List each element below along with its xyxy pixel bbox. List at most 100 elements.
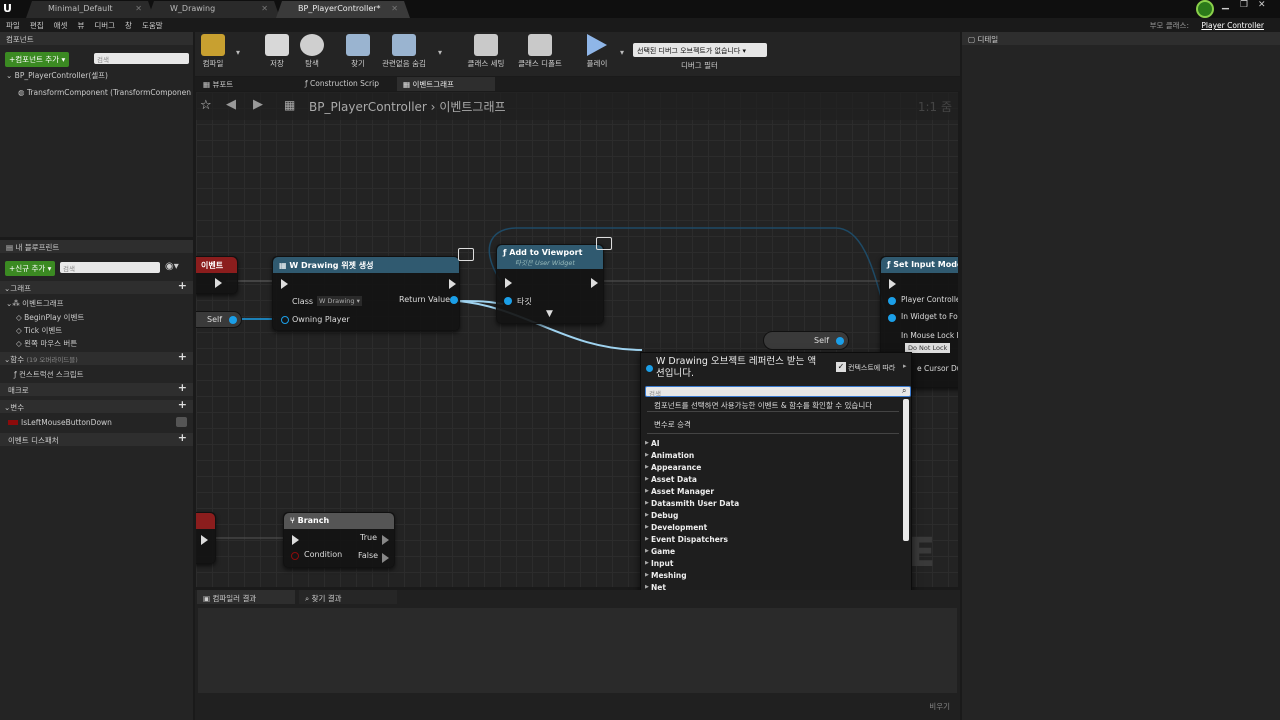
find-button[interactable]: 찾기: [338, 34, 378, 69]
player-controller-pin[interactable]: [888, 297, 896, 305]
exec-out-pin[interactable]: [591, 278, 598, 288]
event-item[interactable]: ◇ BeginPlay 이벤트: [16, 312, 84, 323]
compile-button[interactable]: 컴파일: [193, 34, 233, 69]
hide-unrelated-button[interactable]: 관련없음 숨김: [376, 34, 432, 69]
class-defaults-button[interactable]: 클래스 디폴트: [514, 34, 566, 69]
menu-item[interactable]: 뷰: [77, 20, 84, 31]
target-pin[interactable]: [504, 297, 512, 305]
promote-to-variable-item[interactable]: 변수로 승격: [654, 419, 691, 430]
add-new-button[interactable]: +신규 추가 ▾: [5, 261, 56, 276]
add-variable-icon[interactable]: +: [178, 399, 187, 410]
action-category[interactable]: Datasmith User Data: [645, 499, 739, 508]
self-node[interactable]: Self: [196, 311, 242, 328]
close-icon[interactable]: ✕: [391, 4, 398, 13]
window-close-icon[interactable]: ✕: [1258, 0, 1266, 10]
exec-out-pin[interactable]: [449, 279, 456, 289]
debug-object-select[interactable]: 선택된 디버그 오브젝트가 없습니다 ▾: [633, 43, 767, 57]
exec-in-pin[interactable]: [505, 278, 512, 288]
branch-node[interactable]: ⑂ Branch True Condition False: [283, 512, 395, 568]
variable-item[interactable]: IsLeftMouseButtonDown: [8, 418, 112, 427]
action-category[interactable]: Input: [645, 559, 674, 568]
tab-compiler-results[interactable]: ▣ 컴파일러 결과: [197, 590, 295, 604]
component-transform[interactable]: ◍ TransformComponent (TransformComponen: [18, 88, 191, 97]
class-select[interactable]: W Drawing ▾: [317, 296, 362, 306]
return-value-pin[interactable]: [450, 296, 458, 304]
tab-viewport[interactable]: ▦ 뷰포트: [197, 77, 297, 91]
context-sensitive-checkbox[interactable]: ✓: [836, 362, 846, 372]
exec-in-pin[interactable]: [889, 279, 896, 289]
event-node-partial[interactable]: [196, 512, 216, 564]
menu-item[interactable]: 파일: [6, 20, 20, 31]
event-item[interactable]: ◇ Tick 이벤트: [16, 325, 62, 336]
component-root[interactable]: ⌄ BP_PlayerController(셀프): [6, 70, 108, 81]
section-graphs[interactable]: ⌄그래프 +: [0, 280, 193, 294]
save-button[interactable]: 저장: [257, 34, 297, 69]
action-category[interactable]: AI: [645, 439, 659, 448]
browse-button[interactable]: 탐색: [292, 34, 332, 69]
tab-minimal-default[interactable]: Minimal_Default ✕: [26, 1, 154, 18]
add-to-viewport-node[interactable]: ƒ Add to Viewport 타깃은 User Widget 타깃 ▼: [496, 244, 604, 324]
clear-button[interactable]: 비우기: [929, 701, 950, 712]
chevron-right-icon[interactable]: ▸: [903, 362, 907, 370]
hide-options-chevron-icon[interactable]: ▾: [438, 48, 442, 57]
false-exec-pin[interactable]: [382, 553, 389, 563]
visibility-icon[interactable]: [176, 417, 187, 427]
true-exec-pin[interactable]: [382, 535, 389, 545]
action-category[interactable]: Asset Data: [645, 475, 697, 484]
create-widget-node[interactable]: ▦ W Drawing 위젯 생성 Class W Drawing ▾ Retu…: [272, 256, 460, 331]
self-out-pin[interactable]: [836, 337, 844, 345]
tab-find-results[interactable]: ⌕ 찾기 결과: [299, 590, 397, 604]
section-variables[interactable]: ⌄변수 +: [0, 399, 193, 413]
menu-item[interactable]: 창: [125, 20, 132, 31]
tab-w-drawing[interactable]: W_Drawing ✕: [148, 1, 280, 18]
section-dispatchers[interactable]: 이벤트 디스패처 +: [0, 432, 193, 446]
action-category[interactable]: Appearance: [645, 463, 701, 472]
event-node-partial[interactable]: 이벤트: [196, 256, 238, 294]
exec-out-pin[interactable]: [215, 278, 222, 288]
compile-options-chevron-icon[interactable]: ▾: [236, 48, 240, 57]
event-item[interactable]: ◇ 왼쪽 마우스 버튼: [16, 338, 77, 349]
action-category[interactable]: Asset Manager: [645, 487, 714, 496]
tab-event-graph[interactable]: ▦ 이벤트그래프: [397, 77, 495, 91]
add-graph-icon[interactable]: +: [178, 280, 187, 291]
add-macro-icon[interactable]: +: [178, 382, 187, 393]
play-button[interactable]: 플레이: [577, 34, 617, 69]
section-functions[interactable]: ⌄함수 (19 오버라이드블) +: [0, 351, 193, 365]
function-item[interactable]: ƒ 컨스트럭션 스크립트: [14, 369, 84, 380]
class-settings-button[interactable]: 클래스 세팅: [462, 34, 510, 69]
scrollbar[interactable]: [903, 399, 909, 541]
parent-class-link[interactable]: Player Controller: [1201, 21, 1264, 30]
restore-icon[interactable]: ❐: [1240, 0, 1248, 10]
close-icon[interactable]: ✕: [261, 4, 268, 13]
self-out-pin[interactable]: [229, 316, 237, 324]
action-search-input[interactable]: 검색: [645, 386, 911, 398]
exec-in-pin[interactable]: [281, 279, 288, 289]
tab-construction-script[interactable]: ƒ Construction Scrip: [299, 77, 396, 91]
menu-item[interactable]: 애셋: [54, 20, 68, 31]
blueprint-search-input[interactable]: 검색: [60, 262, 160, 273]
action-category[interactable]: Debug: [645, 511, 678, 520]
action-category[interactable]: Game: [645, 547, 675, 556]
close-icon[interactable]: ✕: [135, 4, 142, 13]
menu-item[interactable]: 편집: [30, 20, 44, 31]
action-category[interactable]: Event Dispatchers: [645, 535, 728, 544]
add-dispatcher-icon[interactable]: +: [178, 432, 187, 443]
action-category[interactable]: Development: [645, 523, 707, 532]
action-category[interactable]: Meshing: [645, 571, 687, 580]
menu-item[interactable]: 도움말: [142, 20, 163, 31]
expand-arrow-icon[interactable]: ▼: [546, 309, 553, 319]
owning-player-pin[interactable]: [281, 316, 289, 324]
action-category[interactable]: Animation: [645, 451, 694, 460]
minimize-icon[interactable]: ▁: [1222, 0, 1229, 10]
exec-out-pin[interactable]: [201, 535, 208, 545]
tab-bp-playercontroller[interactable]: BP_PlayerController* ✕: [276, 1, 410, 18]
eye-icon[interactable]: ◉▾: [165, 261, 179, 272]
condition-pin[interactable]: [291, 552, 299, 560]
self-node[interactable]: Self: [763, 331, 849, 350]
source-control-icon[interactable]: [1196, 0, 1214, 18]
add-component-button[interactable]: +컴포넌트 추가 ▾: [5, 52, 70, 67]
menu-item[interactable]: 디버그: [94, 20, 115, 31]
components-search-input[interactable]: 검색: [94, 53, 189, 64]
section-macros[interactable]: 매크로 +: [0, 382, 193, 396]
widget-focus-pin[interactable]: [888, 314, 896, 322]
